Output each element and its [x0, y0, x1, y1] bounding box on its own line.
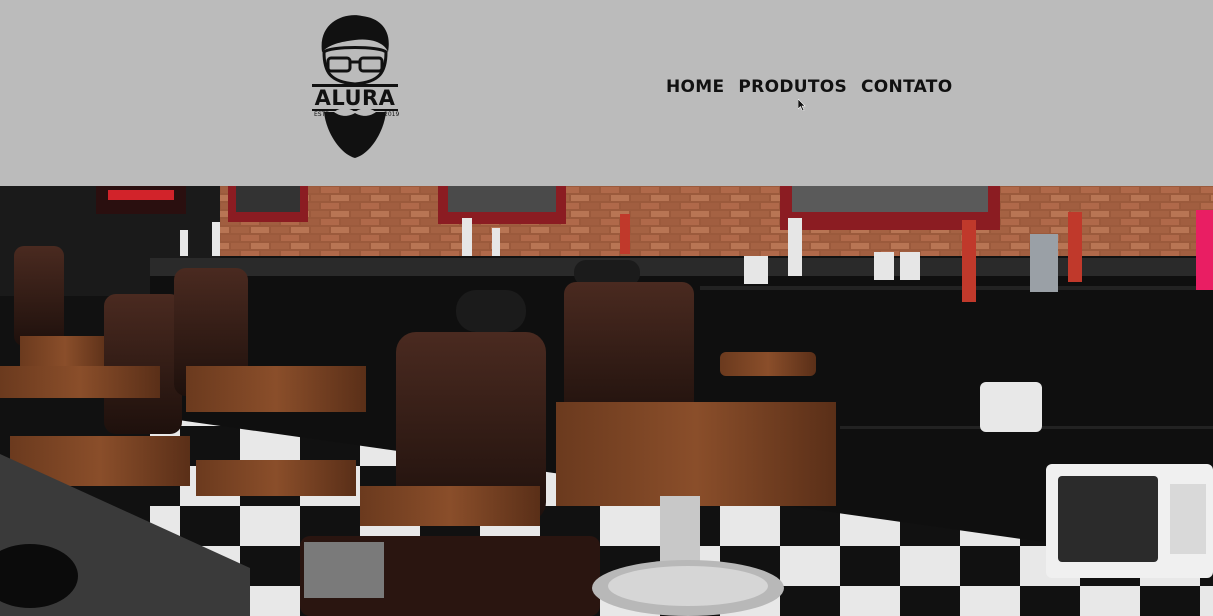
logo-brand-text: ALURA [314, 86, 396, 110]
main-nav: HOME PRODUTOS CONTATO [666, 76, 952, 98]
barbershop-interior-photo [0, 186, 1213, 616]
mouse-cursor-icon [798, 99, 806, 111]
nav-contato-link[interactable]: CONTATO [861, 76, 952, 98]
logo[interactable]: ALURA ESTD 2019 [300, 12, 410, 160]
nav-produtos-link[interactable]: PRODUTOS [738, 76, 847, 98]
logo-year-label: 2019 [384, 111, 400, 118]
logo-est-label: ESTD [314, 111, 330, 118]
site-header: ALURA ESTD 2019 HOME PRODUTOS CONTATO [0, 0, 1213, 186]
nav-home-link[interactable]: HOME [666, 76, 724, 98]
hero-banner-image [0, 186, 1213, 616]
